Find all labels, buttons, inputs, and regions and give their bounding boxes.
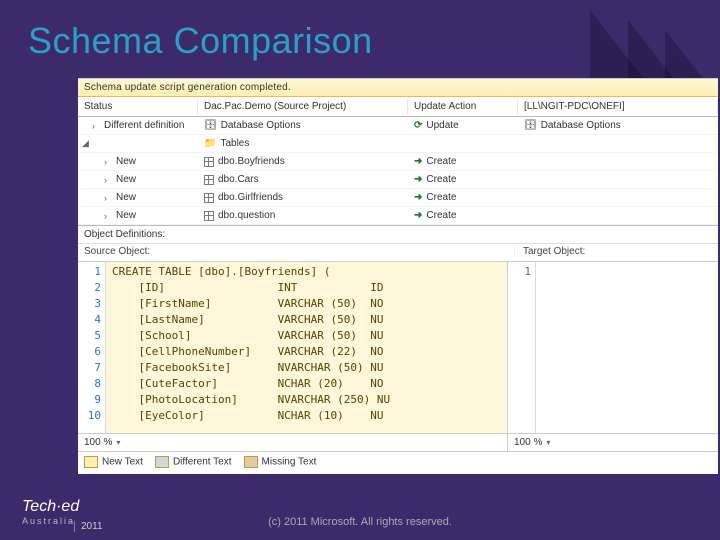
- zoom-bar: 100 % ▾ 100 % ▾: [78, 433, 718, 451]
- table-row[interactable]: › Different definition Database Options ⟳…: [78, 117, 718, 135]
- source-code: CREATE TABLE [dbo].[Boyfriends] ( [ID] I…: [106, 262, 507, 433]
- row-status: New: [116, 174, 136, 185]
- row-source: dbo.question: [218, 210, 275, 221]
- legend-miss: Missing Text: [244, 456, 317, 468]
- chevron-right-icon[interactable]: ›: [104, 193, 112, 203]
- object-definitions-label: Object Definitions:: [78, 225, 718, 244]
- col-header-status[interactable]: Status: [78, 99, 198, 114]
- source-code-pane[interactable]: 12345678910 CREATE TABLE [dbo].[Boyfrien…: [78, 262, 508, 433]
- row-source: Database Options: [221, 120, 301, 131]
- arrow-right-icon: ➜: [414, 192, 422, 203]
- table-row[interactable]: › New dbo.question ➜ Create: [78, 207, 718, 225]
- target-code-pane[interactable]: 1: [508, 262, 718, 433]
- col-header-target[interactable]: [LL\NGIT-PDC\ONEFI]: [518, 99, 718, 114]
- row-status: New: [116, 192, 136, 203]
- chevron-down-icon[interactable]: ▾: [116, 438, 120, 447]
- chevron-down-icon[interactable]: ▾: [546, 438, 550, 447]
- zoom-left[interactable]: 100 %: [84, 437, 112, 448]
- arrow-right-icon: ➜: [414, 174, 422, 185]
- slide-title: Schema Comparison: [28, 20, 373, 62]
- zoom-right[interactable]: 100 %: [514, 437, 542, 448]
- row-action: Create: [426, 210, 456, 221]
- database-icon: [204, 120, 217, 131]
- table-icon: [204, 157, 214, 167]
- chevron-right-icon[interactable]: ›: [104, 157, 112, 167]
- legend-diff: Different Text: [155, 456, 232, 468]
- grid-header: Status Dac.Pac.Demo (Source Project) Upd…: [78, 97, 718, 117]
- source-object-label: Source Object:: [84, 246, 514, 257]
- chevron-right-icon[interactable]: ›: [104, 211, 112, 221]
- table-icon: [204, 193, 214, 203]
- row-action: Create: [426, 156, 456, 167]
- col-header-source[interactable]: Dac.Pac.Demo (Source Project): [198, 99, 408, 114]
- line-gutter: 1: [508, 262, 536, 433]
- row-source: Tables: [220, 138, 249, 149]
- table-row[interactable]: ◢ Tables: [78, 135, 718, 153]
- arrow-right-icon: ➜: [414, 156, 422, 167]
- table-icon: [204, 211, 214, 221]
- row-source: dbo.Girlfriends: [218, 192, 283, 203]
- copyright: (c) 2011 Microsoft. All rights reserved.: [0, 516, 720, 528]
- slide-footer: Tech·ed Australia 2011 (c) 2011 Microsof…: [0, 480, 720, 540]
- row-action: Update: [426, 120, 458, 131]
- arrow-right-icon: ➜: [414, 210, 422, 221]
- object-labels: Source Object: Target Object:: [78, 244, 718, 261]
- row-action: Create: [426, 192, 456, 203]
- swatch-icon: [244, 456, 258, 468]
- table-row[interactable]: › New dbo.Cars ➜ Create: [78, 171, 718, 189]
- database-icon: [524, 120, 537, 131]
- line-gutter: 12345678910: [78, 262, 106, 433]
- chevron-down-icon[interactable]: ◢: [82, 138, 90, 149]
- schema-compare-panel: Schema update script generation complete…: [78, 78, 718, 474]
- status-message: Schema update script generation complete…: [78, 79, 718, 97]
- row-status: New: [116, 156, 136, 167]
- legend: New Text Different Text Missing Text: [78, 451, 718, 471]
- refresh-icon: ⟳: [414, 120, 422, 131]
- chevron-right-icon[interactable]: ›: [104, 175, 112, 185]
- row-source: dbo.Boyfriends: [218, 156, 285, 167]
- legend-new: New Text: [84, 456, 143, 468]
- row-action: Create: [426, 174, 456, 185]
- table-icon: [204, 175, 214, 185]
- col-header-action[interactable]: Update Action: [408, 99, 518, 114]
- row-status: New: [116, 210, 136, 221]
- table-row[interactable]: › New dbo.Girlfriends ➜ Create: [78, 189, 718, 207]
- target-object-label: Target Object:: [514, 246, 712, 257]
- target-code: [536, 262, 718, 433]
- row-status: Different definition: [104, 120, 184, 131]
- row-source: dbo.Cars: [218, 174, 259, 185]
- grid-rows: › Different definition Database Options ⟳…: [78, 117, 718, 225]
- swatch-icon: [155, 456, 169, 468]
- code-area: 12345678910 CREATE TABLE [dbo].[Boyfrien…: [78, 261, 718, 433]
- chevron-right-icon[interactable]: ›: [92, 121, 100, 131]
- folder-icon: [204, 138, 216, 149]
- swatch-icon: [84, 456, 98, 468]
- table-row[interactable]: › New dbo.Boyfriends ➜ Create: [78, 153, 718, 171]
- row-target: Database Options: [541, 120, 621, 131]
